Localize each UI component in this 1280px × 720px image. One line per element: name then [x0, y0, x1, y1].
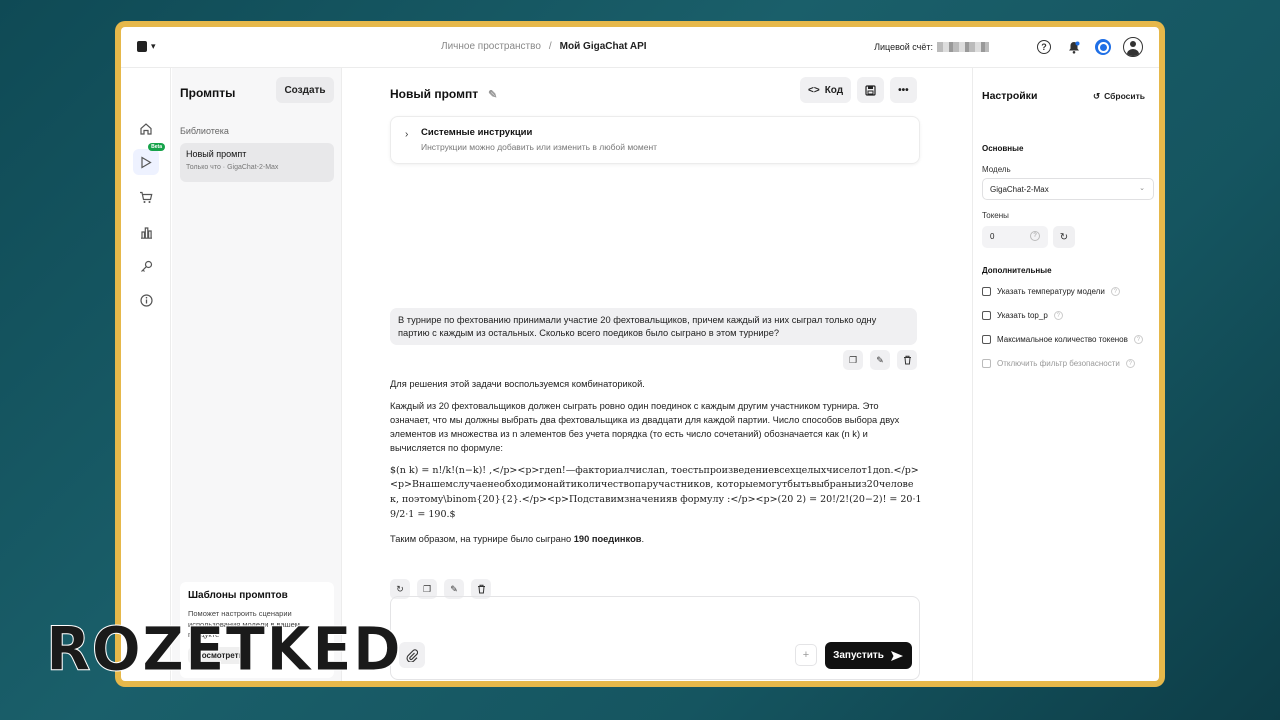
- save-icon: [865, 84, 876, 96]
- workspace-switcher[interactable]: ▾: [137, 41, 156, 52]
- option-top-p[interactable]: Указать top_p ?: [982, 311, 1063, 320]
- option-label: Максимальное количество токенов: [997, 335, 1128, 344]
- option-label: Указать top_p: [997, 311, 1048, 320]
- assistant-icon[interactable]: [1095, 39, 1111, 55]
- refresh-tokens-icon[interactable]: ↻: [1053, 226, 1075, 248]
- user-message: В турнире по фехтованию принимали участи…: [390, 308, 917, 345]
- message-composer[interactable]: + Запустить: [390, 596, 920, 680]
- prompts-title: Промпты: [180, 86, 236, 100]
- answer-math-raw: $(n k) = n!/k!(n−k)! ,</p><p>гдеn!—факто…: [390, 464, 922, 520]
- checkbox[interactable]: [982, 311, 991, 320]
- option-temperature[interactable]: Указать температуру модели ?: [982, 287, 1120, 296]
- help-icon[interactable]: ?: [1035, 38, 1053, 56]
- more-icon: •••: [898, 84, 909, 96]
- tokens-field: 0 ?: [982, 226, 1048, 248]
- key-icon[interactable]: [133, 253, 159, 279]
- code-button-label: Код: [824, 84, 844, 96]
- checkbox: [982, 359, 991, 368]
- run-button[interactable]: Запустить: [825, 642, 912, 669]
- option-safety-filter: Отключить фильтр безопасности ?: [982, 359, 1135, 368]
- help-icon[interactable]: ?: [1110, 287, 1120, 296]
- avatar[interactable]: [1123, 37, 1143, 57]
- watermark-logo: ROZETKED: [46, 613, 402, 685]
- edit-icon[interactable]: ✎: [870, 350, 890, 370]
- breadcrumb: Личное пространство / Мой GigaChat API: [441, 41, 647, 52]
- option-max-tokens[interactable]: Максимальное количество токенов ?: [982, 335, 1143, 344]
- crumb-personal-space[interactable]: Личное пространство: [441, 41, 541, 52]
- add-message-icon[interactable]: +: [795, 644, 817, 666]
- answer-paragraph: Для решения этой задачи воспользуемся ко…: [390, 379, 645, 389]
- account-info[interactable]: Лицевой счёт:: [874, 42, 989, 52]
- section-extra: Дополнительные: [982, 266, 1052, 275]
- reset-button[interactable]: ↺ Сбросить: [1093, 91, 1145, 102]
- assistant-answer: Для решения этой задачи воспользуемся ко…: [390, 378, 922, 555]
- trash-icon[interactable]: [897, 350, 917, 370]
- info-icon[interactable]: [133, 287, 159, 313]
- code-icon: <>: [808, 84, 820, 96]
- reset-icon: ↺: [1092, 91, 1101, 101]
- playground-icon[interactable]: Beta: [133, 143, 165, 175]
- user-message-tools: ❐ ✎: [843, 350, 917, 370]
- help-icon[interactable]: ?: [1125, 359, 1135, 368]
- model-select-value: GigaChat-2-Max: [990, 185, 1049, 194]
- save-button[interactable]: [857, 77, 885, 103]
- checkbox[interactable]: [982, 335, 991, 344]
- home-icon[interactable]: [133, 116, 159, 142]
- copy-icon[interactable]: ❐: [843, 350, 863, 370]
- page-title: Новый промпт: [390, 87, 479, 101]
- system-instructions-desc: Инструкции можно добавить или изменить в…: [421, 142, 658, 152]
- checkbox[interactable]: [982, 287, 991, 296]
- tokens-value: 0: [990, 232, 995, 241]
- help-icon[interactable]: ?: [1133, 335, 1143, 344]
- page-title-row: Новый промпт ✎: [390, 87, 497, 101]
- model-label: Модель: [982, 165, 1011, 174]
- chevron-down-icon: ⌄: [1139, 185, 1145, 192]
- left-rail: Beta: [121, 68, 171, 681]
- model-select[interactable]: GigaChat-2-Max ⌄: [982, 178, 1154, 200]
- logo-icon: [137, 41, 147, 52]
- prompts-panel: Промпты Создать Библиотека Новый промпт …: [172, 68, 342, 681]
- app-window: ▾ Личное пространство / Мой GigaChat API…: [121, 27, 1159, 681]
- reset-label: Сбросить: [1104, 91, 1145, 101]
- chevron-right-icon: ›: [405, 129, 409, 140]
- send-icon: [890, 650, 903, 661]
- code-button[interactable]: <> Код: [800, 77, 852, 103]
- templates-title: Шаблоны промптов: [188, 590, 288, 601]
- system-instructions[interactable]: › Системные инструкции Инструкции можно …: [390, 116, 920, 164]
- chart-icon[interactable]: [133, 219, 159, 245]
- account-number-blurred: [937, 42, 989, 52]
- create-prompt-button[interactable]: Создать: [276, 77, 334, 103]
- pencil-icon[interactable]: ✎: [488, 88, 497, 101]
- settings-title: Настройки: [982, 90, 1038, 102]
- chevron-down-icon: ▾: [151, 41, 156, 51]
- prompt-item-title: Новый промпт: [186, 149, 247, 159]
- answer-conclusion: Таким образом, на турнире было сыграно 1…: [390, 533, 645, 544]
- help-icon[interactable]: ?: [1053, 311, 1063, 320]
- window-frame: ▾ Личное пространство / Мой GigaChat API…: [115, 21, 1165, 687]
- help-icon[interactable]: ?: [1030, 231, 1040, 241]
- settings-panel: Настройки ↺ Сбросить Основные Модель Gig…: [972, 68, 1159, 681]
- crumb-current: Мой GigaChat API: [559, 41, 647, 52]
- option-label: Отключить фильтр безопасности: [997, 359, 1120, 368]
- library-label: Библиотека: [180, 126, 229, 136]
- account-label: Лицевой счёт:: [874, 42, 933, 52]
- paperclip-icon[interactable]: [399, 642, 425, 668]
- run-button-label: Запустить: [833, 650, 884, 661]
- option-label: Указать температуру модели: [997, 287, 1105, 296]
- crumb-separator: /: [548, 41, 552, 52]
- prompt-list-item[interactable]: Новый промпт Только что · GigaChat-2-Max: [180, 143, 334, 182]
- bell-icon[interactable]: [1065, 38, 1083, 56]
- tokens-label: Токены: [982, 211, 1009, 220]
- cart-icon[interactable]: [133, 184, 159, 210]
- section-basic: Основные: [982, 144, 1024, 153]
- answer-paragraph: Каждый из 20 фехтовальщиков должен сыгра…: [390, 400, 900, 453]
- beta-badge: Beta: [148, 143, 165, 151]
- top-bar: ▾ Личное пространство / Мой GigaChat API…: [121, 27, 1159, 68]
- main-area: Новый промпт ✎ <> Код ••• › Системные ин…: [343, 68, 971, 681]
- more-button[interactable]: •••: [890, 77, 917, 103]
- system-instructions-title: Системные инструкции: [421, 127, 533, 138]
- prompt-item-subtitle: Только что · GigaChat-2-Max: [186, 164, 279, 171]
